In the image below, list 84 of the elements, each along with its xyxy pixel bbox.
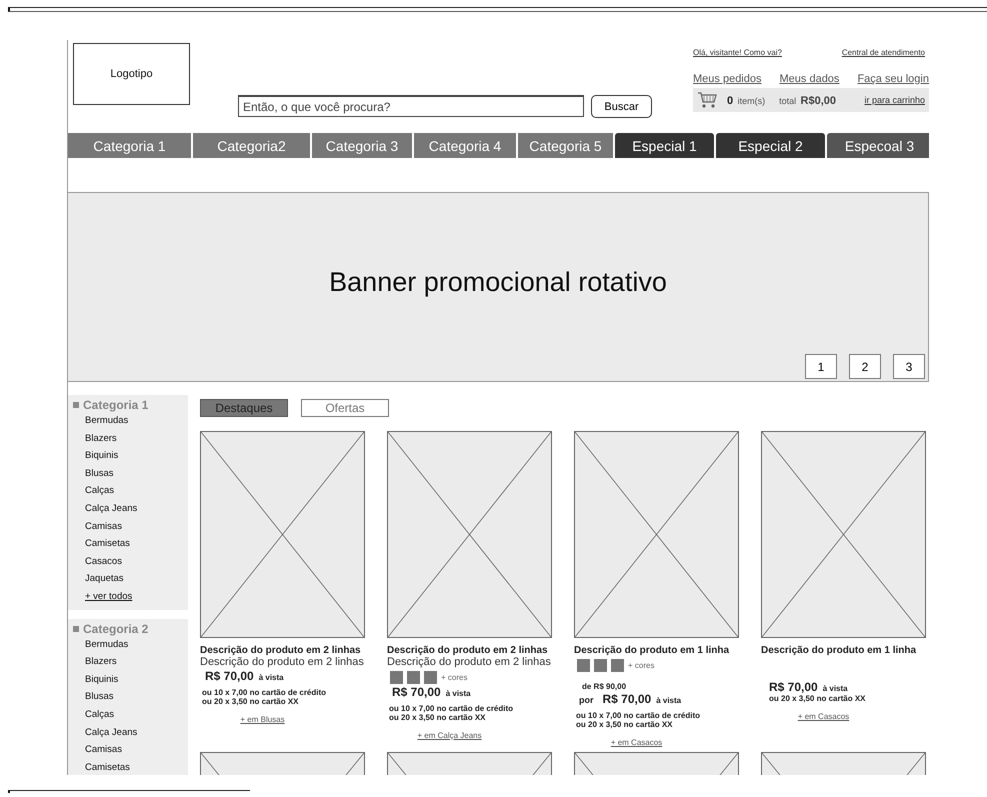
product-title: Descrição do produto em 2 linhas bbox=[387, 645, 549, 656]
product-title: Descrição do produto em 1 linha bbox=[761, 645, 918, 656]
category-link[interactable]: Casacos bbox=[85, 552, 188, 570]
cart-total: total R$0,00 bbox=[779, 94, 836, 109]
color-swatch[interactable] bbox=[390, 671, 403, 684]
category-link[interactable]: Blusas bbox=[85, 464, 188, 482]
category-link[interactable]: Blazers bbox=[85, 653, 188, 671]
nav-tab[interactable]: Categoria 1 bbox=[68, 133, 191, 158]
category-link[interactable]: Bermudas bbox=[85, 636, 188, 654]
more-colors-label: + cores bbox=[628, 661, 654, 670]
installment-text: ou 10 x 7,00 no cartão de crédito bbox=[576, 711, 702, 720]
header-link[interactable]: Central de atendimento bbox=[842, 48, 925, 57]
product-price: R$ 70,00 bbox=[392, 685, 441, 699]
installment-text: ou 10 x 7,00 no cartão de crédito bbox=[389, 704, 514, 713]
product-price: R$ 70,00 bbox=[205, 669, 254, 683]
category-link[interactable]: + em Casacos bbox=[610, 738, 662, 747]
installment-text: ou 10 x 7,00 no cartão de crédito bbox=[202, 688, 328, 697]
category-link[interactable]: Calça Jeans bbox=[85, 500, 188, 518]
page-button[interactable]: 3 bbox=[893, 354, 925, 379]
installment-text: ou 20 x 3,50 no cartão XX bbox=[769, 694, 866, 703]
banner-text: Banner promocional rotativo bbox=[329, 266, 667, 298]
price-note: à vista bbox=[656, 696, 682, 705]
product-price: R$ 70,00 bbox=[602, 692, 652, 706]
more-colors-label: + cores bbox=[441, 673, 468, 682]
category-link[interactable]: Calças bbox=[85, 482, 188, 500]
color-swatch[interactable] bbox=[407, 671, 420, 684]
product-subtitle: Descrição do produto em 2 linhas bbox=[387, 656, 552, 668]
category-link[interactable]: Jaquetas bbox=[85, 570, 188, 588]
price-note: à vista bbox=[822, 684, 848, 693]
category-link[interactable]: + em Calça Jeans bbox=[417, 731, 482, 740]
account-link[interactable]: Faça seu login bbox=[857, 73, 929, 85]
search-field[interactable]: Então, o que você procura? bbox=[238, 95, 584, 117]
page-button[interactable]: 1 bbox=[805, 354, 837, 379]
category-link[interactable]: + em Blusas bbox=[240, 715, 285, 724]
nav-tab[interactable]: Categoria 5 bbox=[518, 133, 613, 158]
category-link[interactable]: Calça Jeans bbox=[85, 724, 188, 742]
product-price: R$ 70,00 bbox=[769, 680, 818, 694]
category-link[interactable]: Biquinis bbox=[85, 447, 188, 465]
category-link[interactable]: Bermudas bbox=[85, 412, 188, 430]
product-subtitle: Descrição do produto em 2 linhas bbox=[200, 656, 365, 668]
logo-placeholder[interactable]: Logotipo bbox=[73, 43, 190, 105]
nav-tab[interactable]: Especoal 3 bbox=[827, 133, 929, 158]
cart-link[interactable]: ir para carrinho bbox=[864, 95, 925, 105]
color-swatch[interactable] bbox=[594, 659, 607, 672]
category-link[interactable]: Camisetas bbox=[85, 758, 188, 775]
product-title: Descrição do produto em 1 linha bbox=[574, 645, 730, 656]
price-prefix: por bbox=[579, 695, 594, 705]
price-note: à vista bbox=[258, 673, 284, 682]
tab[interactable]: Ofertas bbox=[301, 399, 389, 417]
category-link[interactable]: Calças bbox=[85, 706, 188, 724]
page-button[interactable]: 2 bbox=[849, 354, 881, 379]
category-link[interactable]: Camisas bbox=[85, 518, 188, 536]
nav-tab[interactable]: Especial 1 bbox=[615, 133, 714, 158]
see-all-link[interactable]: + ver todos bbox=[85, 588, 188, 606]
color-swatch[interactable] bbox=[424, 671, 437, 684]
category-link[interactable]: Biquinis bbox=[85, 670, 188, 688]
category-title: Categoria 2 bbox=[83, 622, 148, 636]
nav-tab[interactable]: Categoria 3 bbox=[312, 133, 412, 158]
tab[interactable]: Destaques bbox=[200, 399, 288, 417]
square-icon bbox=[73, 402, 79, 408]
cart-count: 0 item(s) bbox=[727, 94, 766, 109]
header-link[interactable]: Olá, visitante! Como vai? bbox=[693, 48, 782, 57]
category-link[interactable]: Blusas bbox=[85, 688, 188, 706]
installment-text: ou 20 x 3,50 no cartão XX bbox=[202, 697, 300, 706]
category-link[interactable]: Camisetas bbox=[85, 535, 188, 553]
category-link[interactable]: Blazers bbox=[85, 430, 188, 448]
product-title: Descrição do produto em 2 linhas bbox=[200, 645, 362, 656]
color-swatch[interactable] bbox=[577, 659, 590, 672]
category-title: Categoria 1 bbox=[83, 398, 148, 412]
old-price: de R$ 90,00 bbox=[582, 682, 628, 691]
account-link[interactable]: Meus dados bbox=[780, 73, 840, 85]
square-icon bbox=[73, 626, 79, 632]
search-button[interactable]: Buscar bbox=[591, 95, 652, 118]
nav-tab[interactable]: Categoria 4 bbox=[414, 133, 516, 158]
category-link[interactable]: + em Casacos bbox=[798, 712, 850, 721]
category-link[interactable]: Camisas bbox=[85, 741, 188, 759]
nav-tab[interactable]: Especial 2 bbox=[716, 133, 825, 158]
cart-icon bbox=[697, 91, 719, 109]
color-swatch[interactable] bbox=[611, 659, 624, 672]
account-link[interactable]: Meus pedidos bbox=[693, 73, 762, 85]
installment-text: ou 20 x 3,50 no cartão XX bbox=[389, 713, 486, 722]
price-note: à vista bbox=[446, 689, 471, 698]
installment-text: ou 20 x 3,50 no cartão XX bbox=[576, 720, 674, 729]
nav-tab[interactable]: Categoria2 bbox=[193, 133, 310, 158]
